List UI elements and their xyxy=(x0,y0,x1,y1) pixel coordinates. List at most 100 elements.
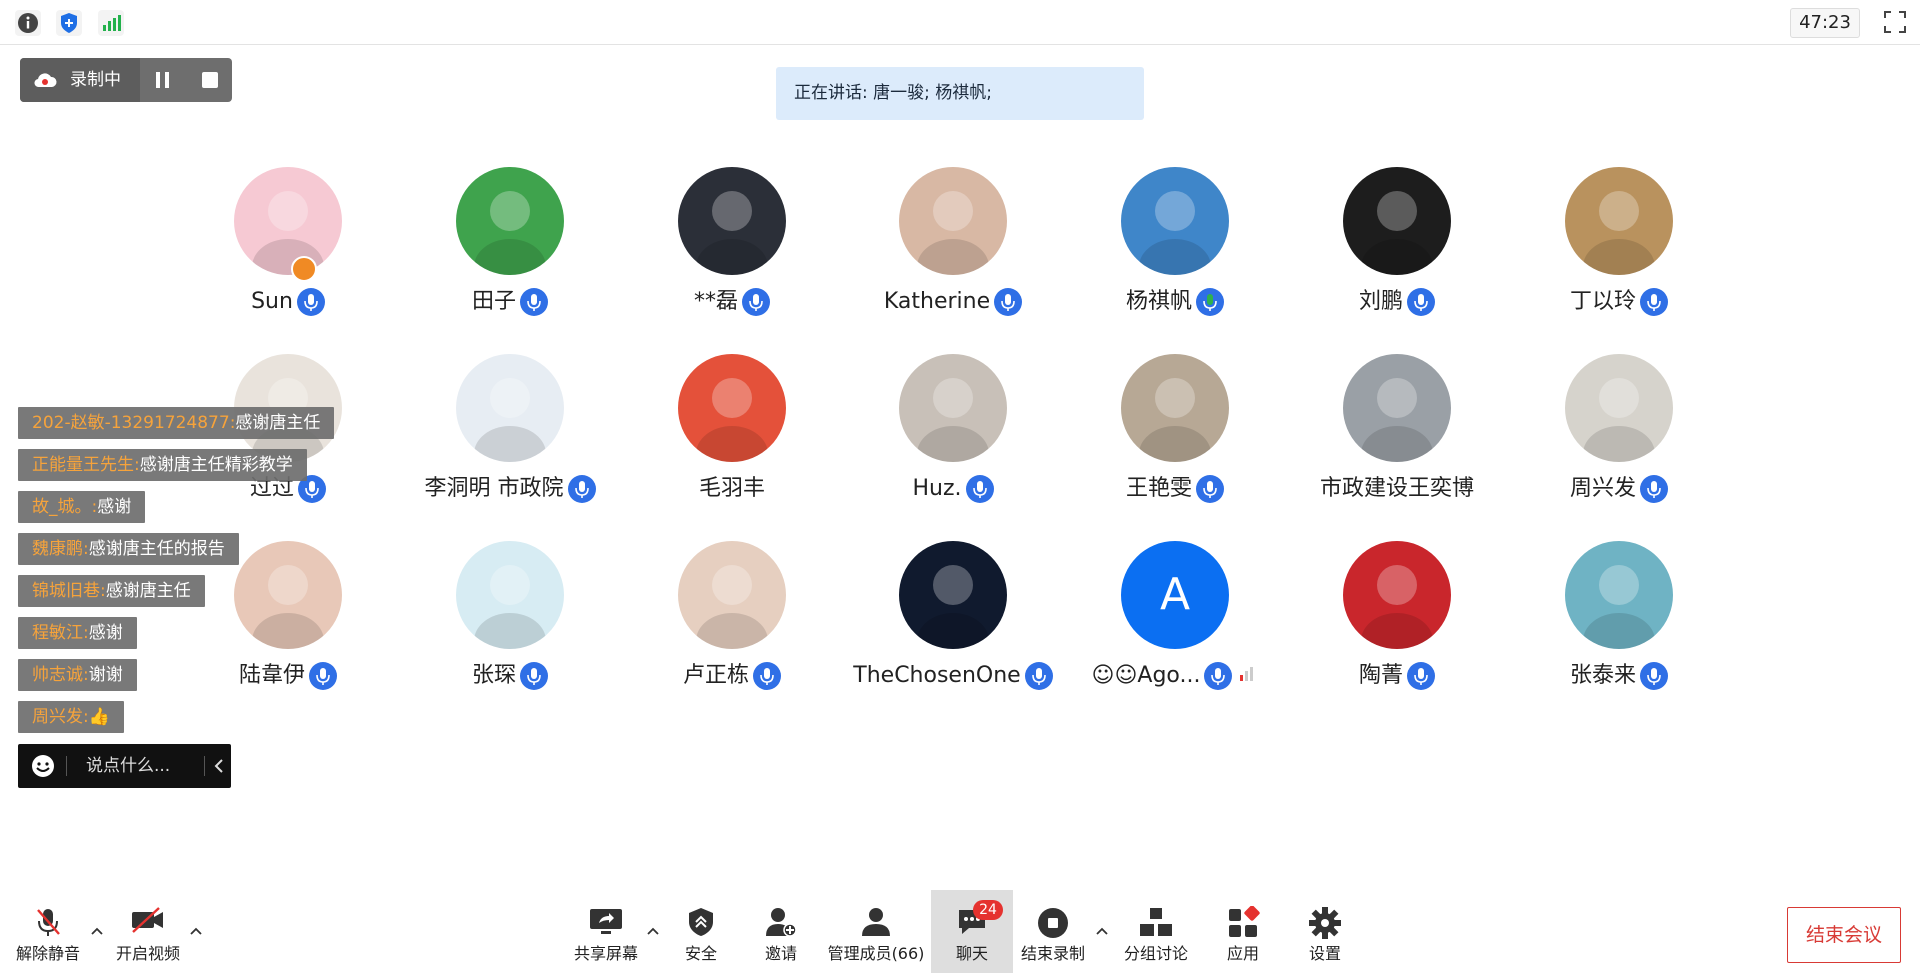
share-screen-icon xyxy=(590,909,622,934)
start-video-button[interactable]: 开启视频 xyxy=(108,890,188,973)
stop-recording-button[interactable] xyxy=(186,58,232,102)
chat-message: 帅志诚:谢谢 xyxy=(18,659,137,691)
security-shield-icon[interactable] xyxy=(56,10,82,36)
avatar-image-icon xyxy=(474,191,546,275)
participant-tile[interactable]: 张泰来 xyxy=(1512,541,1732,701)
settings-button[interactable]: 设置 xyxy=(1290,890,1360,973)
security-button[interactable]: 安全 xyxy=(666,890,736,973)
mic-on-icon xyxy=(520,662,548,690)
info-icon[interactable] xyxy=(15,10,41,36)
mic-on-icon xyxy=(1640,288,1668,316)
participant-tile[interactable]: 李洞明 市政院 xyxy=(403,354,623,514)
pause-recording-button[interactable] xyxy=(140,58,186,102)
participant-tile[interactable]: 陶菁 xyxy=(1290,541,1510,701)
manage-members-label: 管理成员(66) xyxy=(827,944,925,963)
avatar-image-icon xyxy=(917,378,989,462)
participant-name-line: 田子 xyxy=(403,287,617,317)
apps-button[interactable]: 应用 xyxy=(1208,890,1278,973)
chat-text: 感谢 xyxy=(88,623,123,643)
mic-on-icon xyxy=(1196,288,1224,316)
participant-avatar xyxy=(678,354,786,462)
chat-button[interactable]: 24 聊天 xyxy=(931,890,1013,973)
participant-avatar xyxy=(899,541,1007,649)
end-meeting-button[interactable]: 结束会议 xyxy=(1787,907,1901,963)
participant-name-line: **磊 xyxy=(625,287,839,317)
share-screen-label: 共享屏幕 xyxy=(573,944,638,963)
network-signal-icon[interactable] xyxy=(98,10,124,36)
chat-input-bar[interactable]: 说点什么... xyxy=(18,744,231,788)
end-recording-button[interactable]: 结束录制 xyxy=(1016,890,1090,973)
participant-name-line: 卢正栋 xyxy=(625,661,839,691)
avatar-image-icon xyxy=(252,565,324,649)
unmute-button[interactable]: 解除静音 xyxy=(8,890,88,973)
participant-tile[interactable]: Katherine xyxy=(846,167,1066,327)
participant-name: Huz. xyxy=(912,476,962,501)
participant-tile[interactable]: 卢正栋 xyxy=(625,541,845,701)
breakout-rooms-button[interactable]: 分组讨论 xyxy=(1118,890,1194,973)
participant-name-line: ☺☺Ago... xyxy=(1068,661,1282,691)
participant-tile[interactable]: 田子 xyxy=(403,167,623,327)
fullscreen-icon[interactable] xyxy=(1882,9,1908,35)
chat-label: 聊天 xyxy=(955,944,988,963)
invite-user-icon xyxy=(766,908,797,937)
participant-name-line: 陶菁 xyxy=(1290,661,1504,691)
participant-name-line: 陆韋伊 xyxy=(181,661,395,691)
chat-text: 👍 xyxy=(88,707,110,727)
manage-members-button[interactable]: 管理成员(66) xyxy=(826,890,926,973)
audio-options-caret-icon[interactable] xyxy=(90,924,104,938)
participant-name: 张琛 xyxy=(471,663,516,688)
participant-name-line: 王艳雯 xyxy=(1068,474,1282,504)
video-options-caret-icon[interactable] xyxy=(189,924,203,938)
divider xyxy=(204,756,205,776)
participant-tile[interactable]: 市政建设王奕博 xyxy=(1290,354,1510,514)
participant-tile[interactable]: 周兴发 xyxy=(1512,354,1732,514)
mic-on-icon xyxy=(1407,288,1435,316)
participant-tile[interactable]: **磊 xyxy=(625,167,845,327)
invite-button[interactable]: 邀请 xyxy=(746,890,816,973)
pause-icon xyxy=(156,72,169,88)
participant-avatar: A xyxy=(1121,541,1229,649)
chat-sender: 周兴发: xyxy=(32,707,89,727)
collapse-chat-icon[interactable] xyxy=(212,758,226,774)
participant-name-line: 张琛 xyxy=(403,661,617,691)
avatar-image-icon xyxy=(917,565,989,649)
participant-tile[interactable]: Sun xyxy=(181,167,401,327)
avatar-image-icon xyxy=(696,565,768,649)
participant-avatar xyxy=(1343,167,1451,275)
participant-tile[interactable]: 王艳雯 xyxy=(1068,354,1288,514)
share-options-caret-icon[interactable] xyxy=(646,924,660,938)
participant-name-line: Huz. xyxy=(846,474,1060,504)
unmute-label: 解除静音 xyxy=(15,944,80,963)
recording-status[interactable]: 录制中 xyxy=(20,58,140,102)
participant-tile[interactable]: 毛羽丰 xyxy=(625,354,845,514)
participant-name: 毛羽丰 xyxy=(698,476,765,501)
participant-name-line: Katherine xyxy=(846,287,1060,317)
participant-name-line: 李洞明 市政院 xyxy=(403,474,617,504)
stop-icon xyxy=(202,72,218,88)
participant-tile[interactable]: Huz. xyxy=(846,354,1066,514)
participant-tile[interactable]: 丁以玲 xyxy=(1512,167,1732,327)
participant-tile[interactable]: 杨祺帆 xyxy=(1068,167,1288,327)
start-video-label: 开启视频 xyxy=(115,944,180,963)
record-options-caret-icon[interactable] xyxy=(1095,924,1109,938)
participant-tile[interactable]: 陆韋伊 xyxy=(181,541,401,701)
chat-sender: 帅志诚: xyxy=(32,665,89,685)
mic-on-icon xyxy=(309,662,337,690)
participant-tile[interactable]: 刘鹏 xyxy=(1290,167,1510,327)
breakout-icon xyxy=(1140,908,1172,936)
participant-name: 陆韋伊 xyxy=(238,663,305,688)
meeting-toolbar: 解除静音 开启视频 共享屏幕 安全 邀请 管理成员(66) 24 聊天 结束录制… xyxy=(0,890,1920,973)
mic-on-icon xyxy=(1407,662,1435,690)
participant-name-line: 市政建设王奕博 xyxy=(1290,474,1504,504)
participant-tile[interactable]: 张琛 xyxy=(403,541,623,701)
mic-on-icon xyxy=(296,288,325,316)
participant-tile[interactable]: TheChosenOne xyxy=(846,541,1066,701)
mic-on-icon xyxy=(1204,662,1233,690)
breakout-rooms-label: 分组讨论 xyxy=(1123,944,1188,963)
participant-tile[interactable]: A ☺☺Ago... xyxy=(1068,541,1288,701)
mic-on-icon xyxy=(742,288,770,316)
emoji-icon[interactable] xyxy=(30,754,56,778)
avatar-image-icon xyxy=(252,191,324,275)
participant-avatar xyxy=(456,354,564,462)
share-screen-button[interactable]: 共享屏幕 xyxy=(566,890,646,973)
